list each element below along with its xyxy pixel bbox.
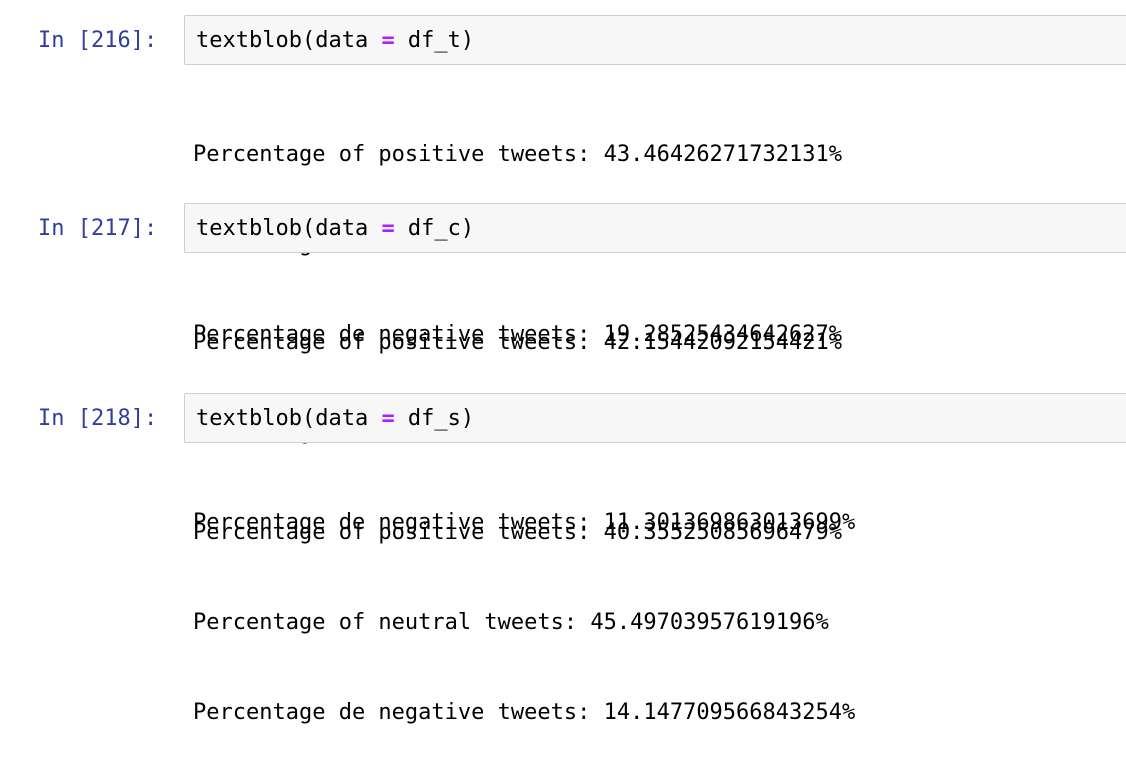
code-line[interactable]: textblob(data = df_c) — [196, 204, 474, 254]
code-function: textblob(data — [196, 216, 382, 241]
output-line-positive: Percentage of positive tweets: 42.154420… — [193, 330, 843, 355]
input-prompt: In [217]: — [38, 216, 158, 241]
output-line-positive: Percentage of positive tweets: 40.355250… — [193, 520, 843, 545]
output-line-neutral: Percentage of neutral tweets: 45.4970395… — [193, 610, 829, 635]
code-input-area[interactable]: textblob(data = df_t) — [184, 15, 1126, 65]
output-line-positive: Percentage of positive tweets: 43.464262… — [193, 142, 843, 167]
code-operator: = — [381, 216, 395, 241]
code-argument: df_t) — [394, 28, 475, 53]
code-line[interactable]: textblob(data = df_t) — [196, 16, 474, 66]
code-function: textblob(data — [196, 28, 382, 53]
code-input-area[interactable]: textblob(data = df_c) — [184, 203, 1126, 253]
code-argument: df_c) — [394, 216, 475, 241]
output-line-negative: Percentage de negative tweets: 14.147709… — [193, 700, 856, 725]
input-prompt: In [218]: — [38, 406, 158, 431]
input-prompt: In [216]: — [38, 28, 158, 53]
cell-output-218: Percentage of positive tweets: 40.355250… — [193, 458, 855, 758]
code-line[interactable]: textblob(data = df_s) — [196, 394, 474, 444]
code-input-area[interactable]: textblob(data = df_s) — [184, 393, 1126, 443]
code-argument: df_s) — [394, 406, 475, 431]
code-function: textblob(data — [196, 406, 382, 431]
code-operator: = — [381, 406, 395, 431]
code-operator: = — [381, 28, 395, 53]
